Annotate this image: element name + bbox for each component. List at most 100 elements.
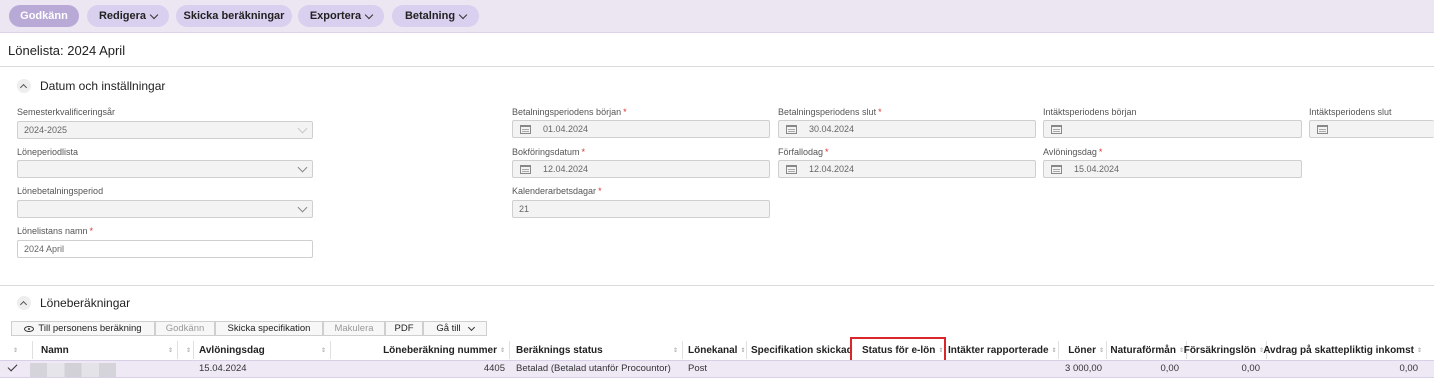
approve-button[interactable]: Godkänn [9, 5, 79, 27]
send-specification-button[interactable]: Skicka specifikation [215, 321, 323, 336]
sort-icon: ⇕ [13, 347, 19, 354]
cell-insurance-wage: 0,00 [1241, 363, 1261, 374]
column-income-reported-label: Intäkter rapporterade [948, 344, 1049, 356]
income-period-end-field[interactable] [1309, 120, 1434, 138]
pay-day-label-text: Avlöningsdag [1043, 147, 1097, 157]
edit-menu-button[interactable]: Redigera [87, 5, 169, 27]
column-separator [746, 341, 747, 359]
pay-day-label: Avlöningsdag * [1043, 147, 1102, 157]
goto-menu-button[interactable]: Gå till [423, 321, 487, 336]
due-date-label: Förfallodag * [778, 147, 829, 157]
sort-icon: ⇕ [499, 347, 505, 354]
pay-day-field[interactable]: 15.04.2024 [1043, 160, 1302, 178]
due-date-value: 12.04.2024 [809, 164, 855, 174]
cell-tax-deduction: 0,00 [1399, 363, 1419, 374]
calendar-icon[interactable] [1051, 164, 1062, 174]
income-period-start-field[interactable] [1043, 120, 1302, 138]
semester-year-label: Semesterkvalificeringsår [17, 107, 116, 117]
divider [0, 66, 1434, 67]
sort-icon: ⇕ [320, 347, 326, 354]
payment-period-start-field[interactable]: 01.04.2024 [512, 120, 770, 138]
calendar-icon[interactable] [786, 164, 797, 174]
cell-calc-number: 4405 [483, 363, 505, 374]
calendar-icon[interactable] [520, 164, 531, 174]
booking-date-label-text: Bokföringsdatum [512, 147, 580, 157]
payment-period-start-label: Betalningsperiodens början * [512, 107, 627, 117]
column-pay-channel-label: Lönekanal [688, 344, 738, 356]
payment-period-start-value: 01.04.2024 [543, 124, 589, 134]
booking-date-field[interactable]: 12.04.2024 [512, 160, 770, 178]
calendar-workdays-input[interactable]: 21 [512, 200, 770, 218]
column-header-insurance-wage[interactable]: Försäkringslön ⇕ [1184, 340, 1264, 360]
sort-icon: ⇕ [1416, 347, 1422, 354]
column-header-wages[interactable]: Löner ⇕ [1062, 340, 1104, 360]
list-name-label-text: Lönelistans namn [17, 226, 88, 236]
export-menu-button[interactable]: Exportera [298, 5, 384, 27]
column-pay-day-label: Avlöningsdag [199, 344, 265, 356]
send-calculations-button[interactable]: Skicka beräkningar [176, 5, 292, 27]
calendar-icon[interactable] [1317, 124, 1328, 134]
calendar-workdays-value: 21 [519, 204, 530, 214]
due-date-field[interactable]: 12.04.2024 [778, 160, 1036, 178]
collapse-icon[interactable] [17, 79, 31, 93]
required-marker: * [89, 226, 94, 236]
required-marker: * [623, 107, 627, 117]
column-insurance-wage-label: Försäkringslön [1183, 344, 1256, 356]
eye-icon [24, 325, 35, 332]
redacted-name [30, 363, 116, 377]
calendar-icon[interactable] [1051, 124, 1062, 134]
column-header-calc-status[interactable]: Beräknings status ⇕ [516, 340, 678, 360]
sort-icon: ⇕ [672, 347, 678, 354]
column-separator [1106, 341, 1107, 359]
column-header-benefits[interactable]: Naturaförmån ⇕ [1108, 340, 1184, 360]
grid-approve-button[interactable]: Godkänn [155, 321, 215, 336]
income-period-start-label: Intäktsperiodens början [1043, 107, 1137, 117]
select-column-header[interactable]: ⇕ [10, 340, 24, 360]
pdf-button[interactable]: PDF [385, 321, 423, 336]
calendar-icon[interactable] [520, 124, 531, 134]
column-header-pay-day[interactable]: Avlöningsdag ⇕ [199, 340, 326, 360]
chevron-down-icon [297, 162, 308, 173]
cancel-calculation-button[interactable]: Makulera [323, 321, 385, 336]
column-header-spec-sent[interactable]: Specifikation skickad [751, 340, 853, 360]
calculations-section-header: Löneberäkningar [17, 296, 130, 310]
column-benefits-label: Naturaförmån [1110, 344, 1176, 356]
column-header-pay-channel[interactable]: Lönekanal ⇕ [688, 340, 746, 360]
edit-menu-label: Redigera [98, 10, 147, 22]
payment-menu-label: Betalning [404, 10, 456, 22]
column-header-calc-number[interactable]: Löneberäkning nummer ⇕ [340, 340, 505, 360]
collapse-icon[interactable] [17, 296, 31, 310]
sort-icon: ⇕ [1051, 347, 1057, 354]
calendar-workdays-label-text: Kalenderarbetsdagar [512, 186, 597, 196]
list-name-input[interactable]: 2024 April [17, 240, 313, 258]
column-header-income-reported[interactable]: Intäkter rapporterade ⇕ [948, 340, 1057, 360]
cell-pay-channel: Post [688, 363, 708, 374]
semester-year-select[interactable]: 2024-2025 [17, 121, 313, 139]
calculations-section-title: Löneberäkningar [40, 296, 131, 310]
required-marker: * [581, 147, 586, 157]
sort-icon: ⇕ [740, 347, 746, 354]
pay-payment-period-select[interactable] [17, 200, 313, 218]
column-separator [330, 341, 331, 359]
sort-icon: ⇕ [167, 347, 173, 354]
calendar-icon[interactable] [786, 124, 797, 134]
column-header-name[interactable]: Namn ⇕ [41, 340, 173, 360]
column-header-tax-deduction[interactable]: Avdrag på skattepliktig inkomst ⇕ [1263, 340, 1422, 360]
column-header-flag[interactable]: ⇕ [183, 340, 191, 360]
chevron-down-icon [458, 10, 468, 19]
required-marker: * [1098, 147, 1103, 157]
pay-payment-period-label: Lönebetalningsperiod [17, 186, 104, 196]
column-separator [32, 341, 33, 359]
column-calc-status-label: Beräknings status [516, 344, 603, 356]
payment-period-end-field[interactable]: 30.04.2024 [778, 120, 1036, 138]
booking-date-label: Bokföringsdatum * [512, 147, 585, 157]
open-person-calculation-button[interactable]: Till personens beräkning [11, 321, 155, 336]
list-name-value: 2024 April [24, 244, 65, 254]
approve-button-label: Godkänn [20, 10, 68, 22]
required-marker: * [878, 107, 882, 117]
column-separator [193, 341, 194, 359]
column-tax-deduction-label: Avdrag på skattepliktig inkomst [1263, 344, 1414, 356]
pay-period-list-select[interactable] [17, 160, 313, 178]
payment-menu-button[interactable]: Betalning [392, 5, 479, 27]
column-separator [177, 341, 178, 359]
